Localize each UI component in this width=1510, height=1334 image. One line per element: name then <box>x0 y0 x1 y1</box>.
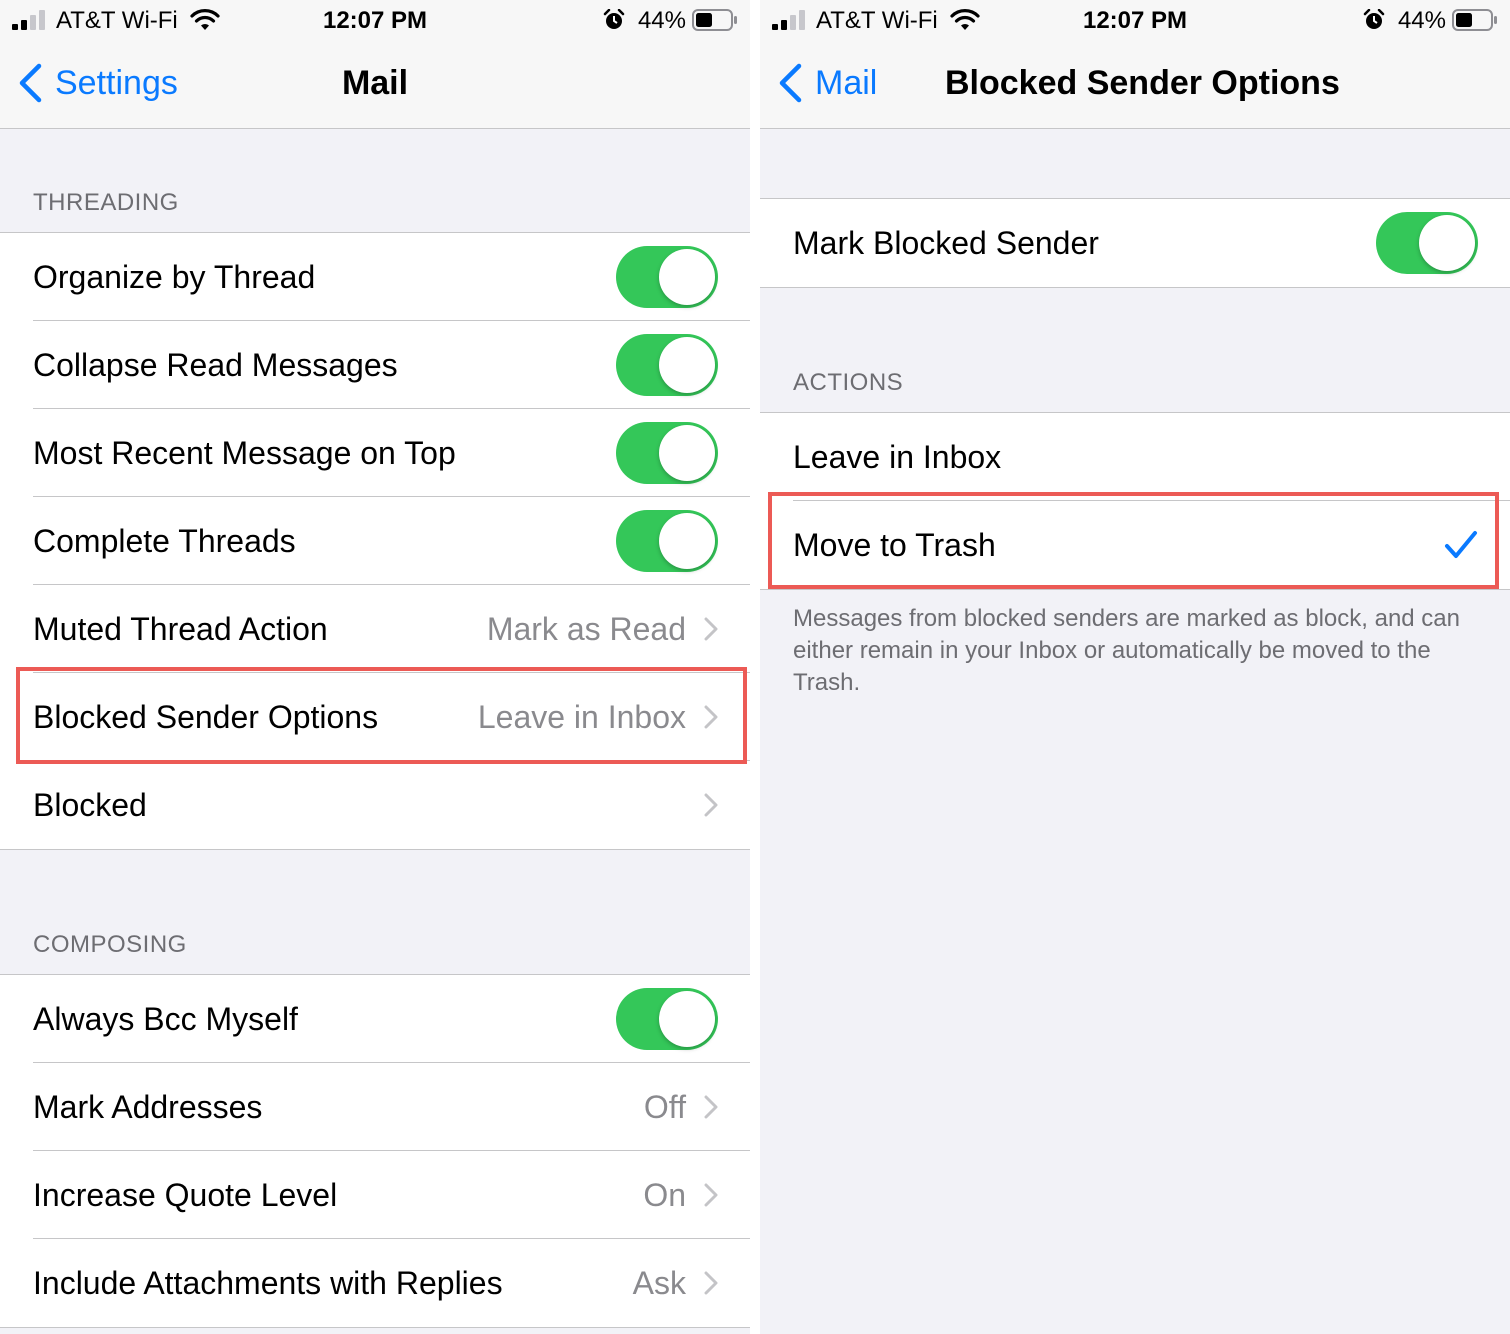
setting-value: Ask <box>632 1264 686 1301</box>
setting-complete-threads: Complete Threads <box>0 496 750 585</box>
composing-group: Always Bcc Myself Mark Addresses Off Inc… <box>0 974 750 1328</box>
checkmark-icon <box>1445 531 1477 558</box>
navigation-bar: Mail Blocked Sender Options <box>760 42 1510 129</box>
setting-label: Increase Quote Level <box>33 1176 338 1213</box>
section-header-composing: COMPOSING <box>33 931 187 958</box>
chevron-left-icon <box>779 63 802 103</box>
status-bar: AT&T Wi-Fi 12:07 PM 44% <box>760 0 1510 42</box>
battery-icon <box>1452 9 1497 31</box>
section-header-threading: THREADING <box>33 189 179 216</box>
option-label: Move to Trash <box>793 526 996 563</box>
chevron-right-icon <box>704 1095 718 1119</box>
setting-label: Most Recent Message on Top <box>33 434 456 471</box>
option-label: Leave in Inbox <box>793 438 1002 475</box>
chevron-right-icon <box>704 1271 718 1295</box>
status-bar: AT&T Wi-Fi 12:07 PM 44% <box>0 0 750 42</box>
most-recent-on-top-toggle[interactable] <box>616 422 718 484</box>
setting-blocked-sender-options[interactable]: Blocked Sender Options Leave in Inbox <box>0 672 750 761</box>
setting-label: Organize by Thread <box>33 258 316 295</box>
actions-group: Leave in Inbox Move to Trash <box>760 412 1510 590</box>
setting-label: Mark Blocked Sender <box>793 224 1099 261</box>
chevron-right-icon <box>704 1183 718 1207</box>
setting-increase-quote-level[interactable]: Increase Quote Level On <box>0 1150 750 1239</box>
alarm-icon <box>1363 9 1385 29</box>
chevron-right-icon <box>704 617 718 641</box>
setting-mark-addresses[interactable]: Mark Addresses Off <box>0 1062 750 1151</box>
setting-value: Off <box>643 1088 686 1125</box>
setting-label: Mark Addresses <box>33 1088 263 1125</box>
chevron-right-icon <box>704 793 718 817</box>
setting-organize-by-thread: Organize by Thread <box>0 233 750 321</box>
setting-value: On <box>643 1176 686 1213</box>
option-leave-in-inbox[interactable]: Leave in Inbox <box>760 413 1510 501</box>
setting-value: Leave in Inbox <box>477 698 686 735</box>
setting-most-recent-on-top: Most Recent Message on Top <box>0 408 750 497</box>
page-title: Blocked Sender Options <box>945 64 1340 102</box>
setting-blocked[interactable]: Blocked <box>0 760 750 849</box>
battery-percentage: 44% <box>1397 7 1446 34</box>
back-button[interactable]: Mail <box>777 62 877 104</box>
setting-always-bcc-myself: Always Bcc Myself <box>0 975 750 1063</box>
section-header-actions: ACTIONS <box>793 369 904 396</box>
setting-collapse-read-messages: Collapse Read Messages <box>0 320 750 409</box>
setting-muted-thread-action[interactable]: Muted Thread Action Mark as Read <box>0 584 750 673</box>
collapse-read-messages-toggle[interactable] <box>616 334 718 396</box>
setting-label: Blocked <box>33 786 147 823</box>
setting-label: Include Attachments with Replies <box>33 1264 503 1301</box>
organize-by-thread-toggle[interactable] <box>616 246 718 308</box>
setting-label: Blocked Sender Options <box>33 698 379 735</box>
back-label: Mail <box>815 63 878 102</box>
actions-footer-text: Messages from blocked senders are marked… <box>793 605 1460 696</box>
battery-percentage: 44% <box>637 7 686 34</box>
mark-group: Mark Blocked Sender <box>760 198 1510 288</box>
option-move-to-trash[interactable]: Move to Trash <box>760 500 1510 589</box>
setting-label: Always Bcc Myself <box>33 1000 298 1037</box>
page-title: Mail <box>341 64 409 102</box>
navigation-bar: Settings Mail <box>0 42 750 129</box>
threading-group: Organize by Thread Collapse Read Message… <box>0 232 750 850</box>
mark-blocked-sender-toggle[interactable] <box>1376 212 1478 274</box>
always-bcc-myself-toggle[interactable] <box>616 988 718 1050</box>
alarm-icon <box>603 9 625 29</box>
setting-label: Muted Thread Action <box>33 610 328 647</box>
setting-include-attachments[interactable]: Include Attachments with Replies Ask <box>0 1238 750 1327</box>
setting-mark-blocked-sender: Mark Blocked Sender <box>760 199 1510 287</box>
mail-settings-screen: AT&T Wi-Fi 12:07 PM 44% Settings Mail TH… <box>0 0 750 1334</box>
complete-threads-toggle[interactable] <box>616 510 718 572</box>
setting-value: Mark as Read <box>486 610 686 647</box>
setting-label: Collapse Read Messages <box>33 346 398 383</box>
blocked-sender-options-screen: AT&T Wi-Fi 12:07 PM 44% Mail Blocked Sen… <box>760 0 1510 1334</box>
setting-label: Complete Threads <box>33 522 296 559</box>
chevron-right-icon <box>704 705 718 729</box>
battery-icon <box>692 9 737 31</box>
